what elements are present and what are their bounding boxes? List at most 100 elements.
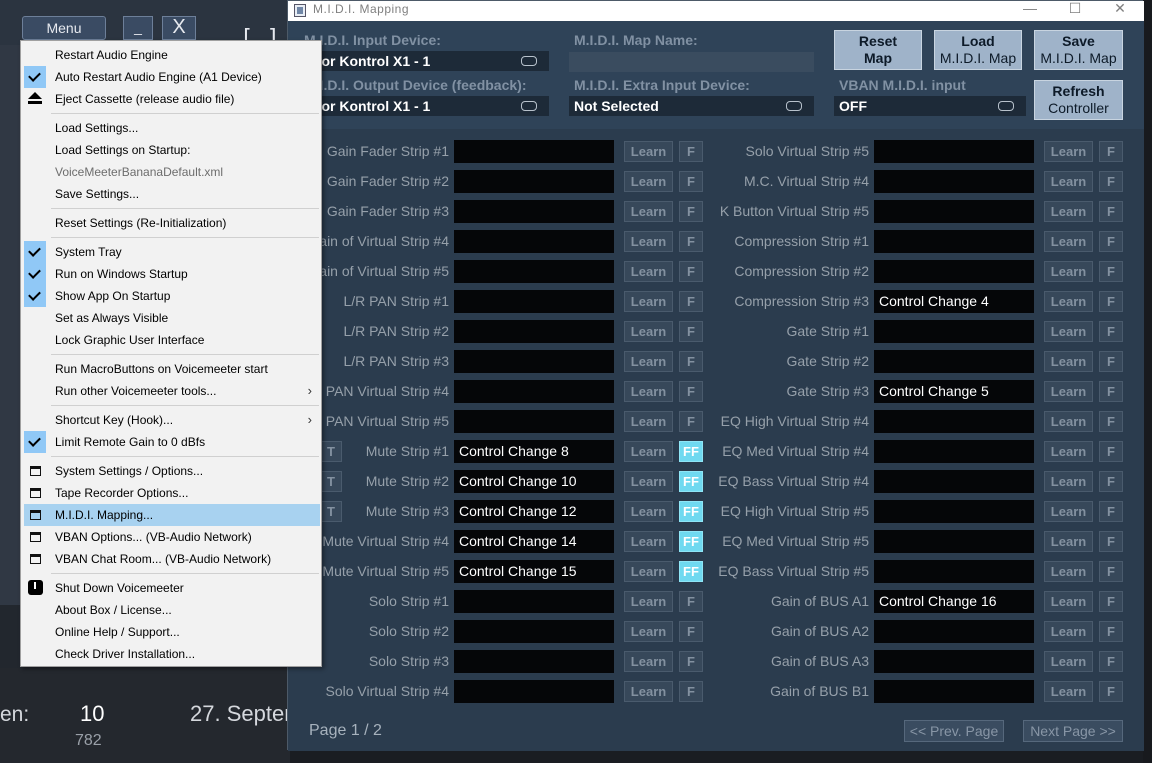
f-button[interactable]: F <box>679 411 703 432</box>
learn-button[interactable]: Learn <box>1044 441 1093 462</box>
learn-button[interactable]: Learn <box>1044 651 1093 672</box>
mapping-value-field[interactable] <box>874 320 1034 343</box>
f-button[interactable]: F <box>1099 441 1123 462</box>
learn-button[interactable]: Learn <box>624 441 673 462</box>
learn-button[interactable]: Learn <box>624 651 673 672</box>
learn-button[interactable]: Learn <box>624 261 673 282</box>
mapping-value-field[interactable] <box>454 320 614 343</box>
ff-button[interactable]: FF <box>679 531 703 552</box>
f-button[interactable]: F <box>1099 171 1123 192</box>
f-button[interactable]: F <box>679 591 703 612</box>
learn-button[interactable]: Learn <box>1044 561 1093 582</box>
window-minimize-button[interactable]: — <box>1010 0 1050 16</box>
learn-button[interactable]: Learn <box>624 561 673 582</box>
mapping-value-field[interactable] <box>454 590 614 613</box>
f-button[interactable]: F <box>679 291 703 312</box>
mapping-value-field[interactable] <box>454 620 614 643</box>
f-button[interactable]: F <box>1099 621 1123 642</box>
learn-button[interactable]: Learn <box>624 501 673 522</box>
mapping-value-field[interactable] <box>454 410 614 433</box>
learn-button[interactable]: Learn <box>1044 621 1093 642</box>
mapping-value-field[interactable]: Control Change 14 <box>454 530 614 553</box>
f-button[interactable]: F <box>1099 501 1123 522</box>
f-button[interactable]: F <box>679 651 703 672</box>
mapping-value-field[interactable] <box>874 680 1034 703</box>
mapping-value-field[interactable]: Control Change 10 <box>454 470 614 493</box>
learn-button[interactable]: Learn <box>624 141 673 162</box>
f-button[interactable]: F <box>1099 321 1123 342</box>
mapping-value-field[interactable]: Control Change 15 <box>454 560 614 583</box>
f-button[interactable]: F <box>1099 351 1123 372</box>
ff-button[interactable]: FF <box>679 561 703 582</box>
learn-button[interactable]: Learn <box>1044 141 1093 162</box>
mapping-value-field[interactable]: Control Change 16 <box>874 590 1034 613</box>
mapping-value-field[interactable] <box>874 620 1034 643</box>
learn-button[interactable]: Learn <box>624 381 673 402</box>
f-button[interactable]: F <box>1099 471 1123 492</box>
f-button[interactable]: F <box>1099 681 1123 702</box>
learn-button[interactable]: Learn <box>1044 231 1093 252</box>
mapping-value-field[interactable] <box>454 140 614 163</box>
mapping-value-field[interactable] <box>874 230 1034 253</box>
window-maximize-button[interactable]: ☐ <box>1055 0 1095 17</box>
background-close-button[interactable]: X <box>162 16 196 40</box>
learn-button[interactable]: Learn <box>624 681 673 702</box>
prev-page-button[interactable]: << Prev. Page <box>904 720 1004 742</box>
menu-item[interactable]: Run MacroButtons on Voicemeeter start <box>24 358 320 380</box>
menu-item[interactable]: VBAN Chat Room... (VB-Audio Network) <box>24 548 320 570</box>
learn-button[interactable]: Learn <box>624 621 673 642</box>
refresh-controller-button[interactable]: Refresh Controller <box>1034 80 1123 120</box>
f-button[interactable]: F <box>1099 591 1123 612</box>
learn-button[interactable]: Learn <box>624 411 673 432</box>
f-button[interactable]: F <box>679 621 703 642</box>
menu-item[interactable]: Tape Recorder Options... <box>24 482 320 504</box>
mapping-value-field[interactable] <box>874 260 1034 283</box>
f-button[interactable]: F <box>1099 651 1123 672</box>
mapping-value-field[interactable] <box>454 170 614 193</box>
mapping-value-field[interactable] <box>874 650 1034 673</box>
input-device-select[interactable]: ktor Kontrol X1 - 1 <box>304 51 549 71</box>
f-button[interactable]: F <box>679 171 703 192</box>
ff-button[interactable]: FF <box>679 501 703 522</box>
learn-button[interactable]: Learn <box>624 591 673 612</box>
menu-item[interactable]: Reset Settings (Re-Initialization) <box>24 212 320 234</box>
mapping-value-field[interactable] <box>454 200 614 223</box>
f-button[interactable]: F <box>1099 141 1123 162</box>
learn-button[interactable]: Learn <box>1044 681 1093 702</box>
learn-button[interactable]: Learn <box>1044 171 1093 192</box>
learn-button[interactable]: Learn <box>1044 351 1093 372</box>
load-midi-map-button[interactable]: Load M.I.D.I. Map <box>934 30 1022 70</box>
f-button[interactable]: F <box>1099 411 1123 432</box>
mapping-value-field[interactable] <box>454 680 614 703</box>
learn-button[interactable]: Learn <box>1044 201 1093 222</box>
mapping-value-field[interactable] <box>454 380 614 403</box>
menu-item[interactable]: Save Settings... <box>24 183 320 205</box>
f-button[interactable]: F <box>679 321 703 342</box>
ff-button[interactable]: FF <box>679 441 703 462</box>
mapping-value-field[interactable]: Control Change 8 <box>454 440 614 463</box>
f-button[interactable]: F <box>679 381 703 402</box>
f-button[interactable]: F <box>679 261 703 282</box>
mapping-value-field[interactable] <box>454 650 614 673</box>
f-button[interactable]: F <box>679 351 703 372</box>
f-button[interactable]: F <box>679 681 703 702</box>
f-button[interactable]: F <box>1099 201 1123 222</box>
f-button[interactable]: F <box>1099 381 1123 402</box>
mapping-value-field[interactable] <box>874 530 1034 553</box>
learn-button[interactable]: Learn <box>624 531 673 552</box>
learn-button[interactable]: Learn <box>1044 411 1093 432</box>
learn-button[interactable]: Learn <box>1044 531 1093 552</box>
learn-button[interactable]: Learn <box>1044 381 1093 402</box>
f-button[interactable]: F <box>1099 561 1123 582</box>
mapping-value-field[interactable]: Control Change 4 <box>874 290 1034 313</box>
menu-item[interactable]: Eject Cassette (release audio file) <box>24 88 320 110</box>
mapping-value-field[interactable] <box>874 140 1034 163</box>
learn-button[interactable]: Learn <box>1044 591 1093 612</box>
mapping-value-field[interactable] <box>874 170 1034 193</box>
f-button[interactable]: F <box>1099 231 1123 252</box>
mapping-value-field[interactable] <box>454 260 614 283</box>
mapping-value-field[interactable] <box>874 200 1034 223</box>
toggle-t-button[interactable]: T <box>320 501 342 522</box>
map-name-field[interactable] <box>569 52 814 72</box>
learn-button[interactable]: Learn <box>624 351 673 372</box>
